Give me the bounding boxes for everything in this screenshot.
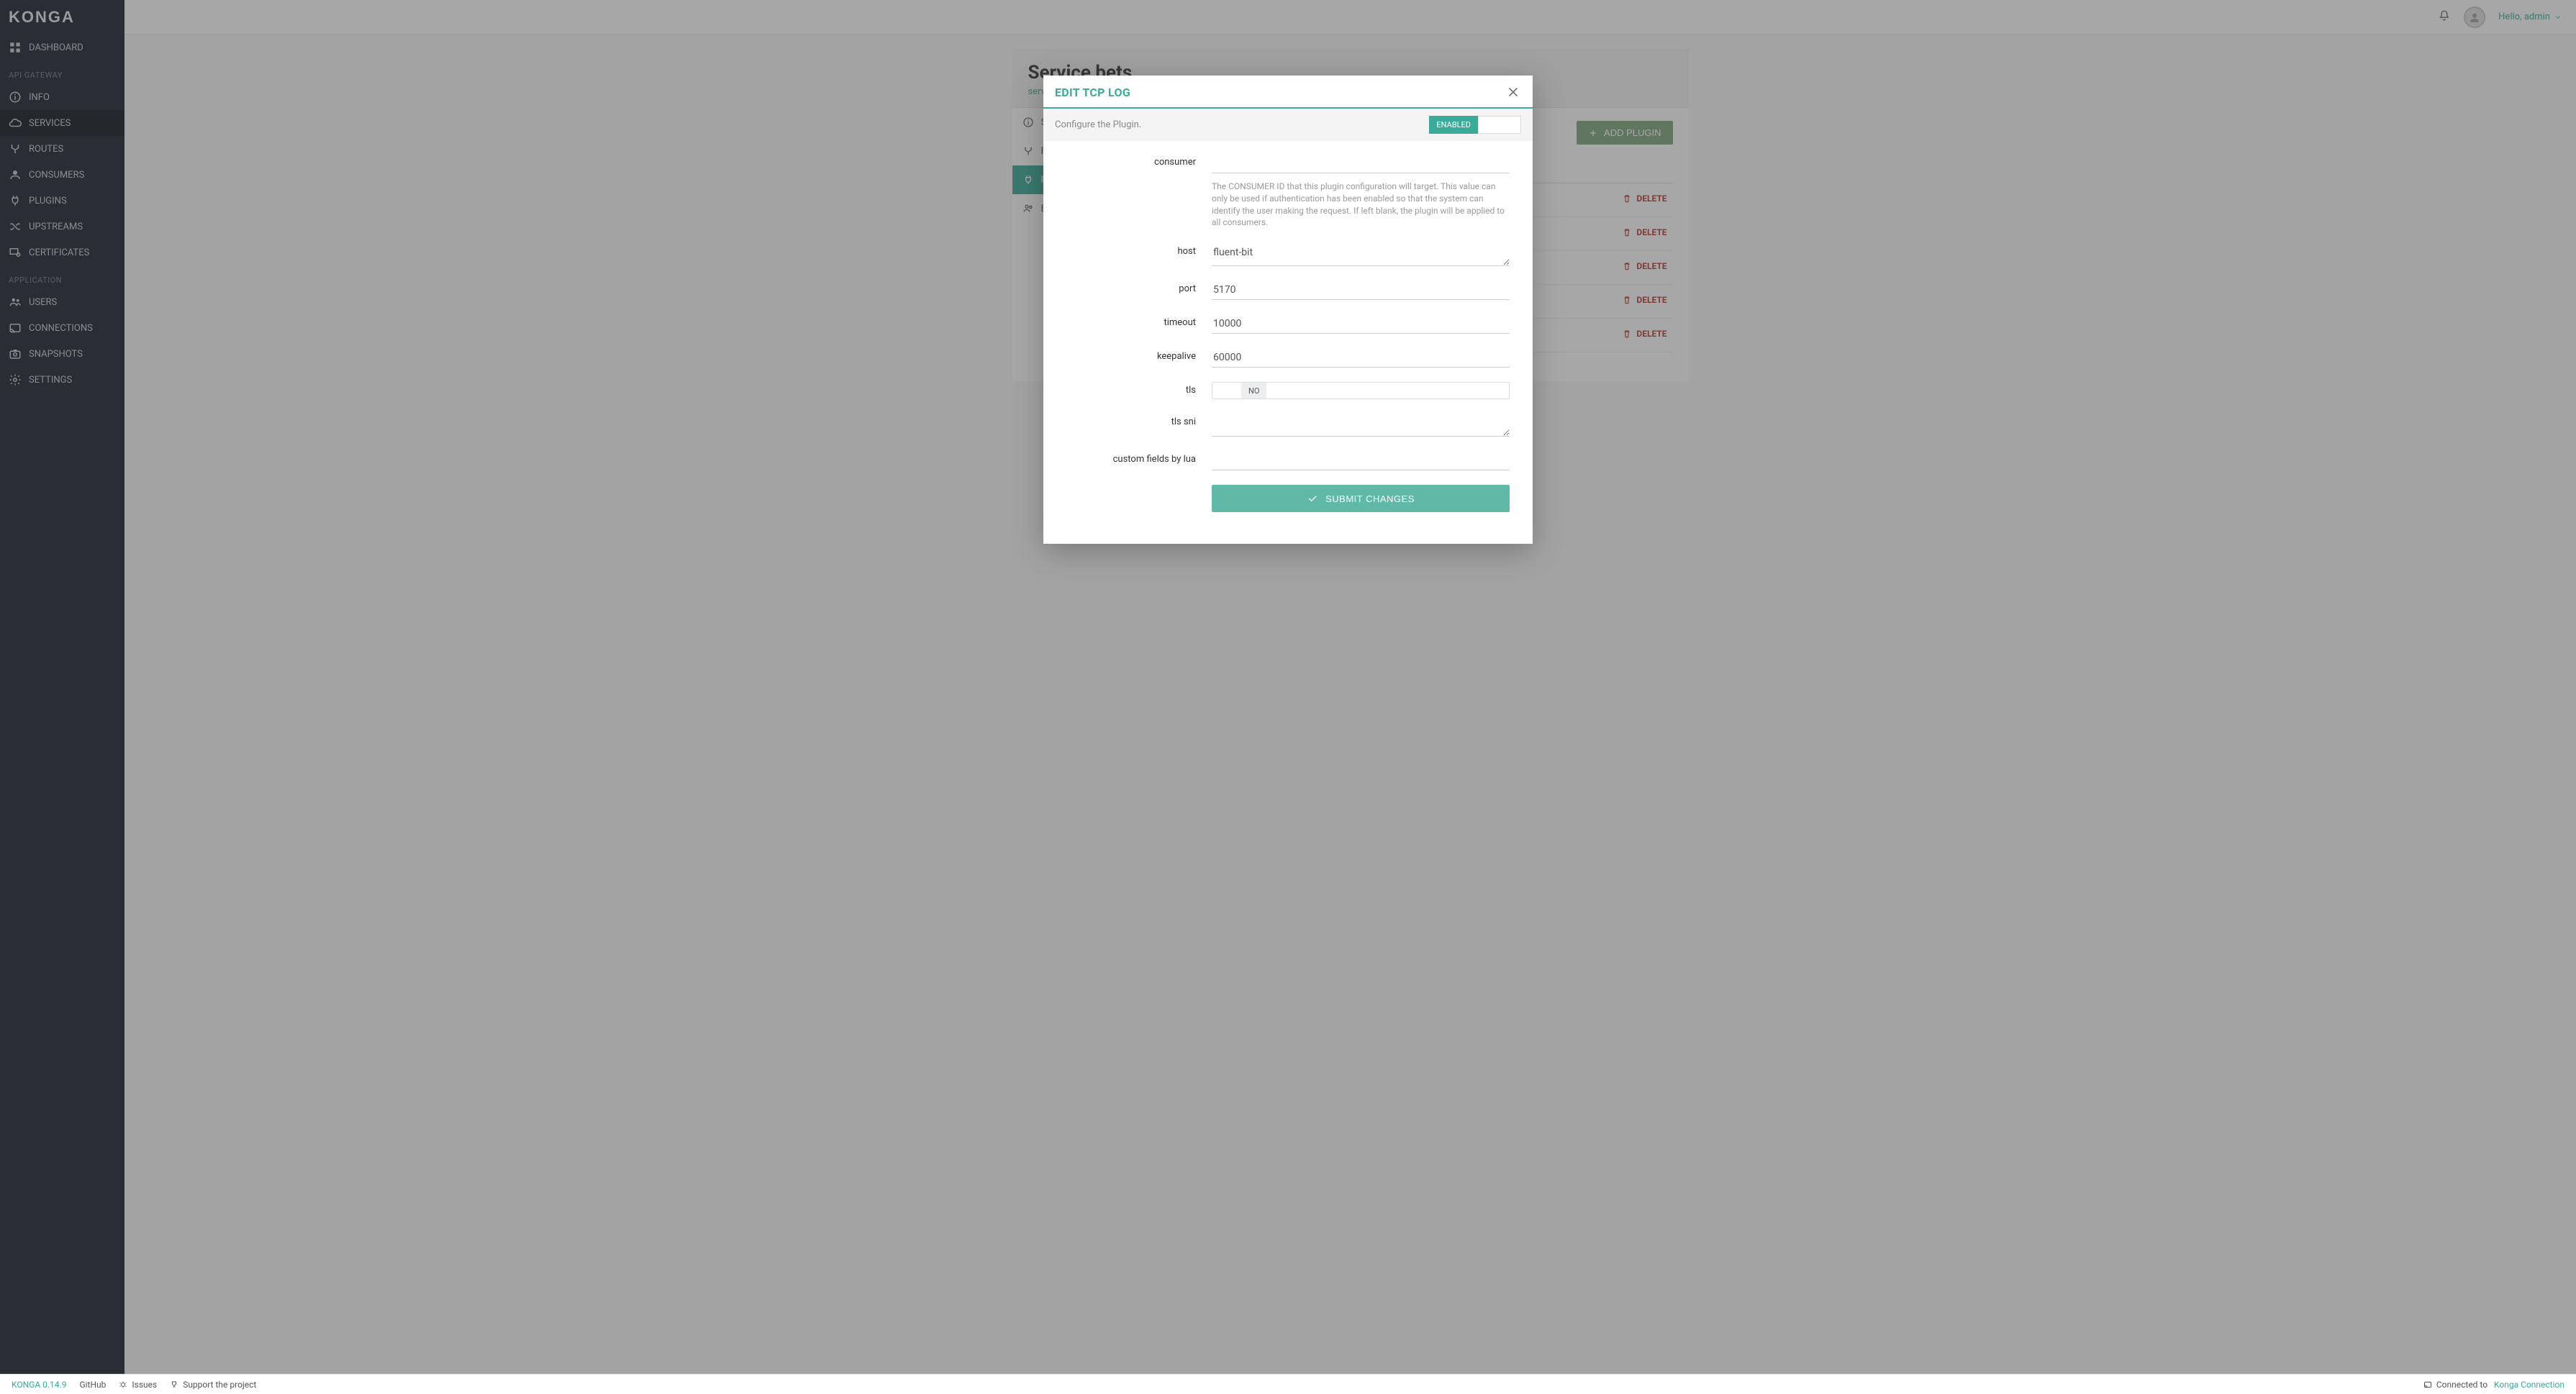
port-input[interactable] xyxy=(1212,281,1510,300)
footer: KONGA 0.14.9 GitHub Issues Support the p… xyxy=(0,1374,2576,1394)
footer-connected-label: Connected to xyxy=(2436,1380,2487,1390)
trophy-icon xyxy=(170,1380,178,1389)
footer-connection: Connected to Konga Connection xyxy=(2423,1380,2564,1390)
tls-sni-input[interactable] xyxy=(1212,414,1510,437)
footer-connection-name[interactable]: Konga Connection xyxy=(2494,1380,2564,1390)
edit-plugin-modal: EDIT TCP LOG Configure the Plugin. ENABL… xyxy=(1043,76,1533,544)
modal-subtitle: Configure the Plugin. xyxy=(1055,119,1141,130)
cast-icon xyxy=(2423,1380,2432,1389)
enabled-on-label: ENABLED xyxy=(1429,116,1478,134)
label-keepalive: keepalive xyxy=(1066,348,1196,362)
footer-issues-link[interactable]: Issues xyxy=(119,1380,157,1390)
check-icon xyxy=(1307,493,1318,504)
close-icon[interactable] xyxy=(1505,84,1521,100)
tls-yes-slot xyxy=(1212,383,1241,398)
footer-github-link[interactable]: GitHub xyxy=(79,1380,106,1390)
submit-changes-button[interactable]: SUBMIT CHANGES xyxy=(1212,485,1510,512)
modal-title: EDIT TCP LOG xyxy=(1055,86,1130,99)
consumer-help: The CONSUMER ID that this plugin configu… xyxy=(1212,181,1510,229)
footer-issues-label: Issues xyxy=(132,1380,157,1390)
label-custom-fields: custom fields by lua xyxy=(1066,451,1196,465)
submit-label: SUBMIT CHANGES xyxy=(1325,493,1415,504)
label-consumer: consumer xyxy=(1066,154,1196,168)
tls-toggle[interactable]: NO xyxy=(1212,382,1510,399)
label-tls: tls xyxy=(1066,382,1196,396)
timeout-input[interactable] xyxy=(1212,314,1510,334)
modal-overlay[interactable]: EDIT TCP LOG Configure the Plugin. ENABL… xyxy=(0,0,2576,1394)
custom-fields-input[interactable] xyxy=(1212,451,1510,470)
footer-support-label: Support the project xyxy=(183,1380,256,1390)
label-timeout: timeout xyxy=(1066,314,1196,328)
label-host: host xyxy=(1066,243,1196,257)
host-input[interactable]: fluent-bit xyxy=(1212,243,1510,266)
keepalive-input[interactable] xyxy=(1212,348,1510,368)
consumer-input[interactable] xyxy=(1212,154,1510,173)
footer-support-link[interactable]: Support the project xyxy=(170,1380,256,1390)
label-tls-sni: tls sni xyxy=(1066,414,1196,427)
tls-no-label: NO xyxy=(1241,383,1266,398)
enabled-off-slot xyxy=(1478,116,1521,134)
footer-version: KONGA 0.14.9 xyxy=(12,1380,66,1390)
enabled-toggle[interactable]: ENABLED xyxy=(1429,116,1521,134)
label-port: port xyxy=(1066,281,1196,294)
bug-icon xyxy=(119,1380,127,1389)
